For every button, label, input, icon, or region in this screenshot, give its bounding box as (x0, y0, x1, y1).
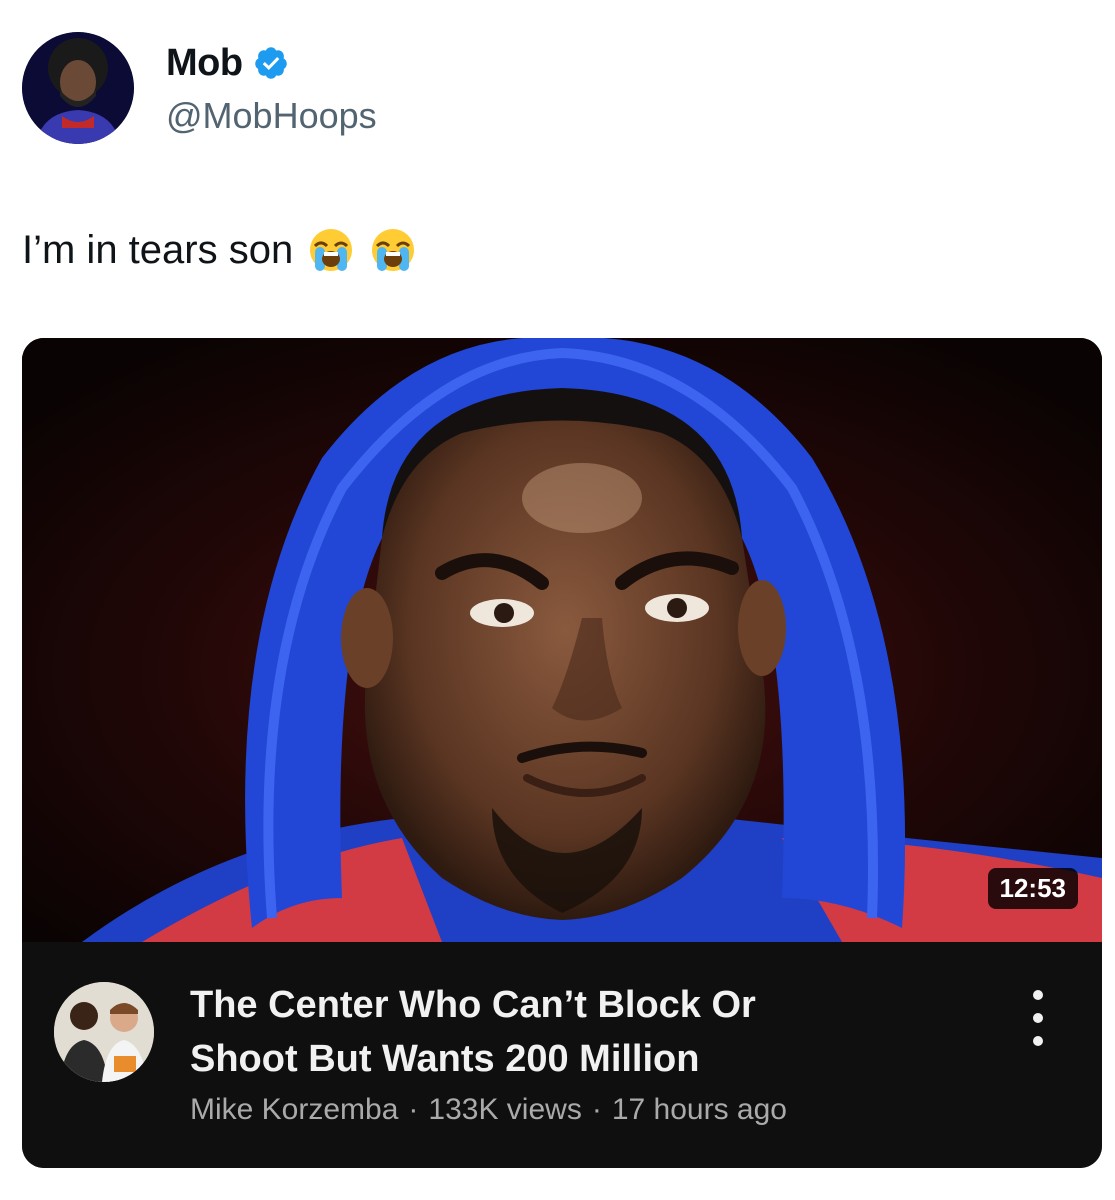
view-count: 133K views (428, 1093, 582, 1126)
video-info-bar: The Center Who Can’t Block Or Shoot But … (22, 942, 1102, 1168)
menu-dot (1033, 990, 1043, 1000)
menu-dot (1033, 1013, 1043, 1023)
video-duration-badge: 12:53 (987, 868, 1078, 909)
upload-age: 17 hours ago (611, 1093, 787, 1126)
video-thumbnail[interactable] (22, 338, 1102, 942)
channel-avatar-image (54, 982, 154, 1082)
author-display-name[interactable]: Mob (166, 44, 243, 82)
verified-badge-icon (253, 45, 289, 81)
loudly-crying-face-icon (369, 226, 417, 274)
channel-avatar[interactable] (54, 982, 154, 1082)
video-title-line-1: The Center Who Can’t Block Or (190, 984, 756, 1026)
video-title[interactable]: The Center Who Can’t Block Or Shoot But … (190, 978, 950, 1086)
embedded-video-card[interactable]: 12:53 The Center Who Can’t Block Or Shoo… (22, 338, 1102, 1168)
author-name-row: Mob (166, 44, 289, 82)
tweet-text-body: I’m in tears son (22, 228, 294, 272)
avatar-portrait (22, 32, 134, 144)
author-avatar[interactable] (22, 32, 134, 144)
video-title-line-2: Shoot But Wants 200 Million (190, 1038, 700, 1080)
menu-dot (1033, 1036, 1043, 1046)
loudly-crying-face-icon (307, 226, 355, 274)
meta-separator: · (408, 1093, 419, 1126)
more-vertical-icon[interactable] (1030, 990, 1046, 1046)
tweet-text: I’m in tears son (22, 226, 417, 274)
thumbnail-image (22, 338, 1102, 942)
author-handle[interactable]: @MobHoops (166, 98, 377, 134)
channel-name[interactable]: Mike Korzemba (190, 1093, 398, 1126)
meta-separator: · (591, 1093, 602, 1126)
video-metadata: Mike Korzemba · 133K views · 17 hours ago (190, 1092, 787, 1128)
